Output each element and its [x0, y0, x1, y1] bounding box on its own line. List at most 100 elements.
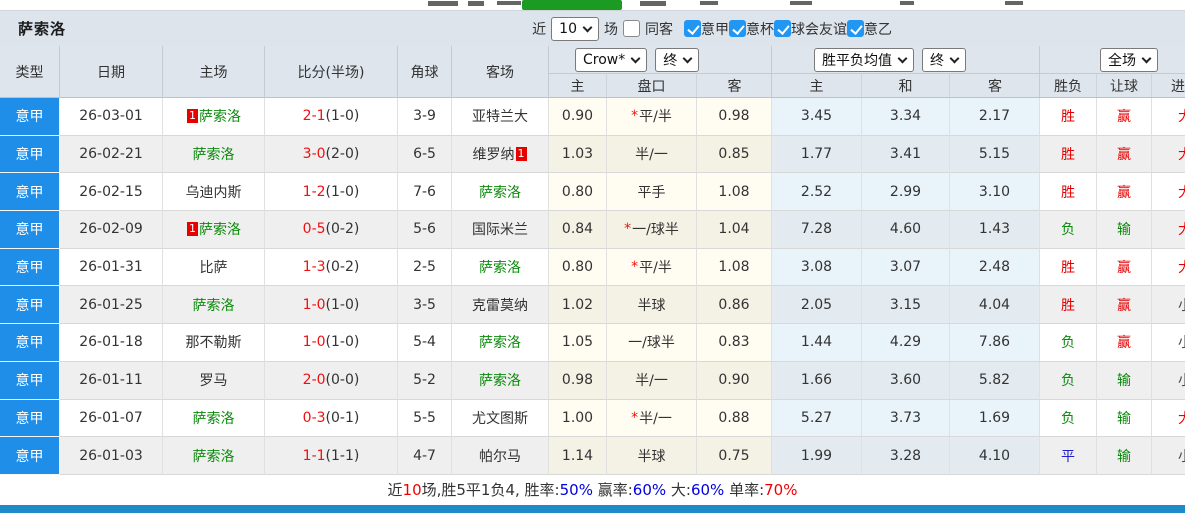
avg-home: 3.08 [772, 248, 862, 287]
league-checkbox[interactable] [847, 20, 864, 37]
avg-draw: 3.60 [862, 361, 950, 400]
col-header-home: 主场 [163, 46, 265, 98]
match-date: 26-02-21 [60, 135, 163, 174]
avg-home: 1.44 [772, 324, 862, 362]
league-badge: 意甲 [0, 211, 60, 249]
bookmaker-select[interactable]: Crow* [575, 47, 648, 72]
league-checkbox[interactable] [684, 20, 701, 37]
odds-away: 1.04 [697, 211, 772, 249]
odds-away: 0.86 [697, 286, 772, 325]
match-score: 0-5 (0-2) [265, 211, 398, 249]
result-handicap: 输 [1097, 399, 1152, 438]
table-row: 意甲 26-01-25 萨索洛 1-0 (1-0) 3-5 克雷莫纳 1.02 半… [0, 286, 1185, 325]
fulltime-score: 1-1 [302, 447, 326, 464]
clipped-text-fragment [497, 1, 521, 5]
team-name: 萨索洛 [479, 184, 521, 201]
match-date: 26-01-25 [60, 286, 163, 325]
summary-segment: 50% [559, 480, 593, 499]
avg-away: 4.10 [950, 437, 1040, 475]
away-team: 维罗纳 1 [452, 135, 549, 174]
odds-stage-select-1[interactable]: 终 [655, 47, 700, 72]
away-team: 克雷莫纳 [452, 286, 549, 325]
corner-score: 4-7 [398, 437, 452, 475]
match-score: 2-0 (0-0) [265, 361, 398, 400]
halftime-score: (1-1) [325, 447, 360, 464]
subcol-avg-draw: 和 [862, 74, 950, 97]
avg-away: 5.15 [950, 135, 1040, 174]
halftime-score: (0-0) [325, 372, 360, 389]
home-team: 1 萨索洛 [163, 211, 265, 249]
away-team: 萨索洛 [452, 173, 549, 212]
result-wdl: 负 [1040, 211, 1097, 249]
away-team: 国际米兰 [452, 211, 549, 249]
serial-badge: 1 [187, 109, 198, 124]
team-name: 那不勒斯 [185, 335, 242, 352]
result-goals: 小 [1152, 437, 1185, 475]
avg-draw: 3.07 [862, 248, 950, 287]
odds-home: 0.84 [549, 211, 607, 249]
summary-segment: 10 [402, 480, 422, 499]
filter-bar: 萨索洛 近 10 场 同客 意甲 意杯 球会友谊 意乙 [0, 11, 1185, 46]
clipped-text-fragment [1005, 1, 1023, 5]
team-name: 克雷莫纳 [472, 297, 528, 314]
corner-score: 5-4 [398, 324, 452, 362]
result-handicap: 输 [1097, 361, 1152, 400]
result-wdl: 胜 [1040, 173, 1097, 212]
result-wdl: 胜 [1040, 135, 1097, 174]
match-date: 26-02-15 [60, 173, 163, 212]
team-name: 尤文图斯 [472, 410, 528, 427]
chevron-down-icon [582, 22, 593, 32]
clipped-text-fragment [468, 1, 484, 6]
serial-badge: 1 [515, 147, 527, 162]
away-team: 亚特兰大 [452, 98, 549, 136]
away-team: 萨索洛 [452, 361, 549, 400]
match-score: 0-3 (0-1) [265, 399, 398, 438]
recent-count-select[interactable]: 10 [551, 16, 599, 41]
halftime-score: (1-0) [325, 334, 360, 351]
serial-badge: 1 [187, 222, 198, 237]
league-checkbox-label: 意乙 [864, 21, 892, 38]
bottom-accent-bar [0, 504, 1185, 513]
odds-handicap: 一/球半 [607, 324, 697, 362]
fulltime-select[interactable]: 全场 [1100, 47, 1158, 72]
avg-home: 3.45 [772, 98, 862, 136]
subcol-goals: 进球 [1171, 78, 1185, 95]
star-marker: * [631, 259, 639, 276]
fulltime-score: 1-3 [302, 259, 326, 276]
avg-away: 5.82 [950, 361, 1040, 400]
halftime-score: (1-0) [325, 183, 360, 200]
match-score: 1-2 (1-0) [265, 173, 398, 212]
league-checkbox[interactable] [774, 20, 791, 37]
avg-draw: 3.28 [862, 437, 950, 475]
match-date: 26-03-01 [60, 98, 163, 136]
avg-draw: 2.99 [862, 173, 950, 212]
result-handicap: 赢 [1097, 286, 1152, 325]
home-team: 萨索洛 [163, 437, 265, 475]
summary-segment: 60% [632, 480, 667, 499]
team-name: 比萨 [199, 260, 228, 277]
clipped-green-button[interactable] [522, 0, 622, 10]
handicap-value: 半球 [637, 448, 666, 465]
corner-score: 5-5 [398, 399, 452, 438]
halftime-score: (2-0) [325, 146, 360, 163]
result-handicap: 赢 [1097, 173, 1152, 212]
summary-segment: 70% [764, 480, 798, 499]
corner-score: 5-6 [398, 211, 452, 249]
chevron-down-icon [897, 53, 908, 64]
odds-stage-select-2[interactable]: 终 [922, 47, 966, 72]
team-name: 萨索洛 [479, 260, 521, 277]
odds-away: 0.98 [697, 98, 772, 136]
avg-draw: 4.60 [862, 211, 950, 249]
same-away-checkbox[interactable] [623, 20, 640, 37]
chevron-down-icon [949, 53, 960, 64]
avg-away: 7.86 [950, 324, 1040, 362]
match-date: 26-01-18 [60, 324, 163, 362]
league-checkbox[interactable] [729, 20, 746, 37]
corner-score: 5-2 [398, 361, 452, 400]
team-name: 国际米兰 [472, 222, 528, 239]
odds-handicap: 半/一 [607, 135, 697, 174]
avg-metric-select[interactable]: 胜平负均值 [814, 47, 914, 72]
match-date: 26-01-11 [60, 361, 163, 400]
league-badge: 意甲 [0, 248, 60, 287]
home-team: 罗马 [163, 361, 265, 400]
